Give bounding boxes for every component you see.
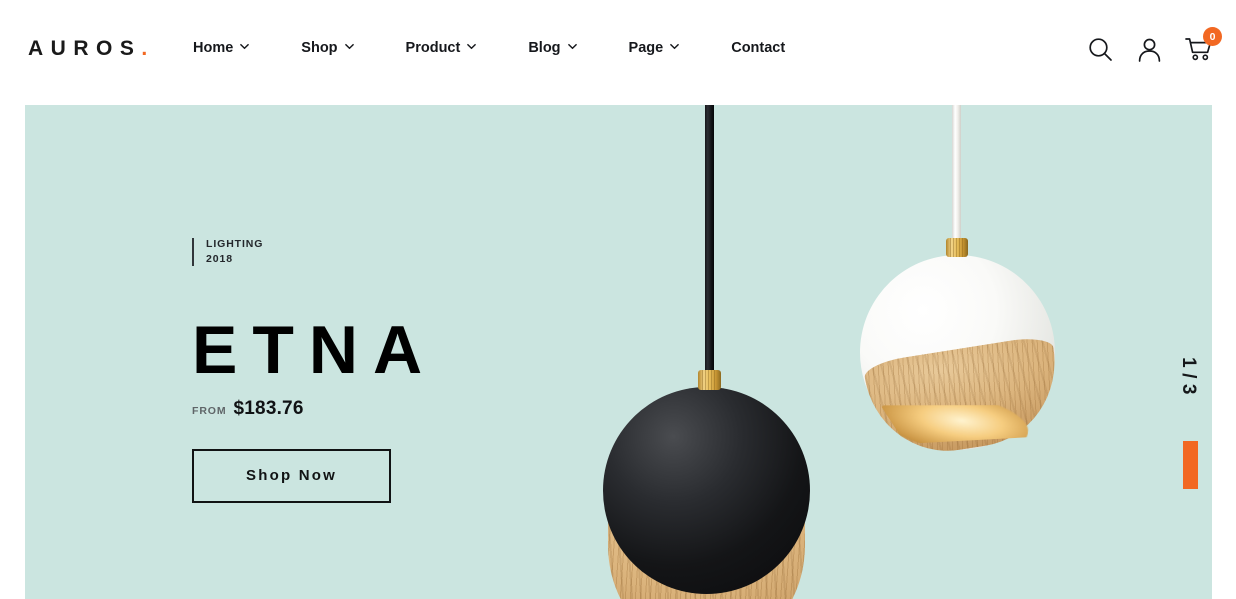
- slider-progress-bar: [1183, 441, 1198, 489]
- slider-total: 3: [1178, 383, 1199, 395]
- main-navigation: Home Shop Product Blog Page Contact: [188, 38, 785, 62]
- hero-eyebrow: LIGHTING 2018: [192, 237, 437, 266]
- nav-item-home-label: Home: [193, 40, 234, 56]
- slider-separator: /: [1178, 373, 1199, 379]
- user-account-icon[interactable]: [1136, 36, 1163, 63]
- hero-slider: LIGHTING 2018 ETNA FROM $183.76 Shop Now…: [25, 105, 1212, 599]
- product-image-black-pendant-lamp: [585, 105, 845, 599]
- cart-count-badge: 0: [1203, 27, 1222, 46]
- shop-now-button[interactable]: Shop Now: [192, 448, 391, 503]
- chevron-down-icon: [467, 42, 477, 51]
- chevron-down-icon: [240, 42, 250, 51]
- nav-item-shop-label: Shop: [301, 40, 338, 56]
- nav-item-blog-label: Blog: [528, 40, 561, 56]
- brand-logo[interactable]: AUROS.: [28, 38, 155, 59]
- price-prefix-label: FROM: [192, 404, 227, 417]
- nav-item-blog[interactable]: Blog: [528, 38, 577, 58]
- price-value: $183.76: [233, 397, 304, 419]
- chevron-down-icon: [567, 42, 577, 51]
- brand-logo-dot: .: [141, 37, 155, 60]
- site-header: AUROS. Home Shop Product Blog Page Conta…: [0, 0, 1236, 100]
- search-icon[interactable]: [1087, 36, 1114, 63]
- product-image-white-pendant-lamp: [843, 105, 1078, 465]
- lamp-cord-white: [952, 105, 961, 243]
- brand-logo-text: AUROS: [28, 37, 142, 60]
- slider-current: 1: [1178, 357, 1199, 369]
- slider-counter-text: 3 / 1: [1176, 285, 1200, 395]
- chevron-down-icon: [670, 42, 680, 51]
- lamp-shade-black: [603, 387, 810, 594]
- header-actions: 0: [1087, 27, 1222, 63]
- hero-category-label: LIGHTING: [206, 238, 264, 250]
- nav-item-contact[interactable]: Contact: [731, 38, 785, 58]
- lamp-cord-black: [705, 105, 714, 377]
- nav-item-shop[interactable]: Shop: [301, 38, 354, 58]
- nav-item-home[interactable]: Home: [188, 38, 260, 62]
- hero-price-block: FROM $183.76: [192, 398, 437, 420]
- lamp-body-white: [845, 240, 1070, 465]
- nav-item-page[interactable]: Page: [629, 38, 680, 58]
- lamp-brass-connector-white: [946, 238, 968, 257]
- nav-item-page-label: Page: [628, 40, 664, 56]
- nav-item-product[interactable]: Product: [406, 38, 477, 58]
- hero-year-label: 2018: [206, 252, 233, 265]
- nav-item-contact-label: Contact: [731, 40, 786, 56]
- nav-item-product-label: Product: [405, 40, 461, 56]
- chevron-down-icon: [344, 42, 354, 51]
- lamp-brass-connector-black: [698, 370, 721, 390]
- slider-counter[interactable]: 3 / 1: [1176, 357, 1200, 505]
- shopping-cart-icon[interactable]: 0: [1185, 27, 1222, 63]
- hero-content: LIGHTING 2018 ETNA FROM $183.76 Shop Now: [192, 237, 437, 503]
- hero-title: ETNA: [192, 312, 438, 388]
